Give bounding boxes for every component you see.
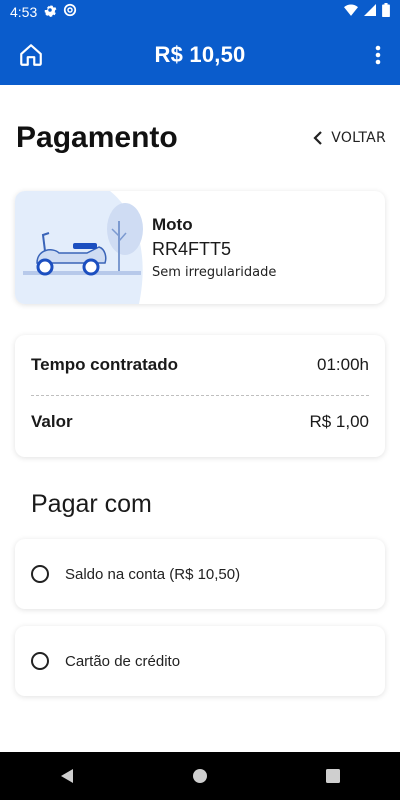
- scooter-illustration: [15, 191, 143, 304]
- system-nav-bar: [0, 752, 400, 800]
- vehicle-type: Moto: [152, 215, 193, 234]
- battery-icon: [382, 3, 390, 21]
- status-left: 4:53: [10, 3, 77, 21]
- radio-button[interactable]: [31, 565, 49, 583]
- back-triangle-icon: [60, 769, 73, 783]
- home-circle-icon: [192, 769, 207, 783]
- page-header: Pagamento VOLTAR: [16, 118, 386, 158]
- home-icon: [20, 44, 42, 66]
- more-vert-icon: [375, 45, 381, 65]
- home-nav-button[interactable]: [180, 761, 220, 791]
- summary-label: Valor: [31, 412, 73, 431]
- vehicle-plate: RR4FTT5: [152, 239, 232, 259]
- home-button[interactable]: [16, 40, 46, 70]
- payment-option-balance[interactable]: Saldo na conta (R$ 10,50): [15, 539, 385, 609]
- divider: [31, 395, 369, 396]
- option-label: Saldo na conta (R$ 10,50): [65, 565, 241, 583]
- back-label: VOLTAR: [331, 130, 386, 146]
- summary-row-value: Valor R$ 1,00: [31, 412, 369, 432]
- settings-icon: [43, 3, 57, 21]
- recents-square-icon: [326, 769, 341, 783]
- signal-icon: [364, 4, 376, 20]
- vehicle-card[interactable]: Moto RR4FTT5 Sem irregularidade: [15, 191, 385, 304]
- status-time: 4:53: [10, 4, 38, 20]
- summary-label: Tempo contratado: [31, 355, 179, 374]
- app-bar: R$ 10,50: [0, 24, 400, 85]
- balance-title: R$ 10,50: [154, 41, 246, 67]
- summary-value: 01:00h: [317, 355, 369, 374]
- option-label: Cartão de crédito: [65, 652, 181, 670]
- at-icon: [63, 3, 77, 21]
- status-right: [344, 3, 390, 21]
- summary-value: R$ 1,00: [309, 412, 369, 431]
- summary-card: Tempo contratado 01:00h Valor R$ 1,00: [15, 335, 385, 457]
- back-button[interactable]: VOLTAR: [313, 130, 386, 146]
- payment-option-credit-card[interactable]: Cartão de crédito: [15, 626, 385, 696]
- wifi-icon: [344, 4, 358, 20]
- radio-button[interactable]: [31, 652, 49, 670]
- page-title: Pagamento: [16, 121, 178, 154]
- vehicle-status: Sem irregularidade: [152, 265, 277, 280]
- overflow-menu-button[interactable]: [368, 40, 388, 70]
- vehicle-info: Moto RR4FTT5 Sem irregularidade: [152, 215, 276, 280]
- payment-section-title: Pagar com: [31, 490, 152, 518]
- summary-row-time: Tempo contratado 01:00h: [31, 355, 369, 375]
- back-nav-button[interactable]: [47, 761, 87, 791]
- status-bar: 4:53: [0, 0, 400, 24]
- chevron-left-icon: [313, 131, 322, 145]
- recents-nav-button[interactable]: [313, 761, 353, 791]
